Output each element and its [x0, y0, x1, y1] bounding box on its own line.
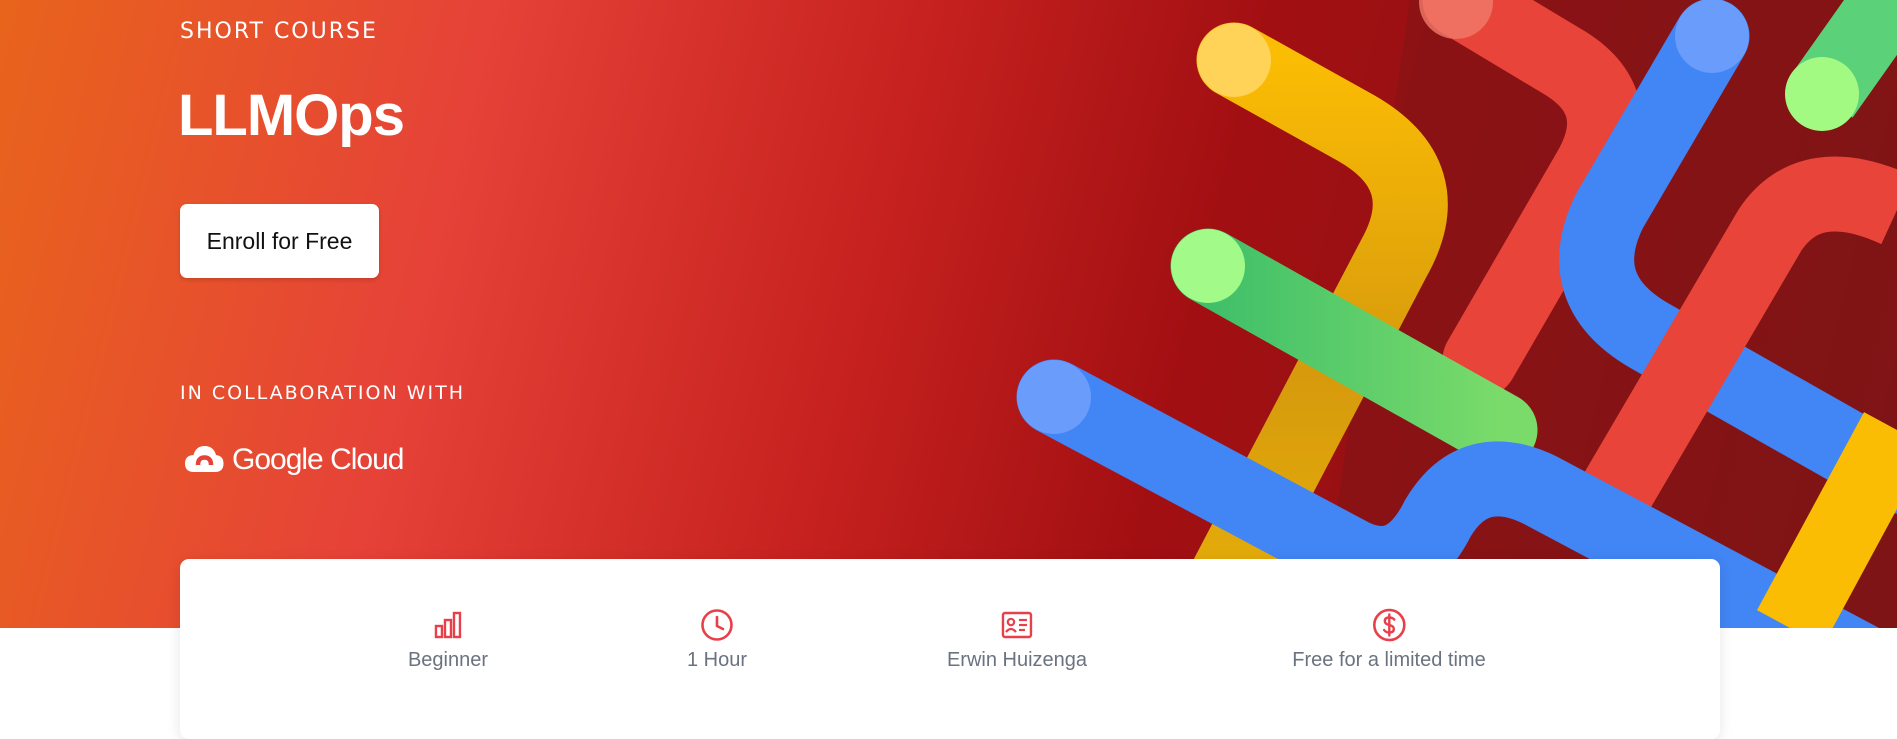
collaboration-label: IN COLLABORATION WITH [180, 382, 465, 404]
info-instructor: Erwin Huizenga [947, 607, 1087, 672]
course-title: LLMOps [178, 83, 405, 148]
info-price: Free for a limited time [1292, 607, 1486, 672]
google-cloud-logo-icon [185, 446, 224, 472]
bar-chart-icon [434, 611, 462, 639]
info-level: Beginner [408, 607, 488, 672]
instructor-card-icon [1001, 611, 1033, 639]
info-duration: 1 Hour [687, 607, 747, 672]
info-duration-label: 1 Hour [686, 649, 748, 671]
info-instructor-label: Erwin Huizenga [946, 649, 1088, 671]
course-info-card: Beginner 1 Hour Erwin Huizenga Free for … [180, 559, 1720, 739]
clock-icon [701, 609, 733, 641]
course-hero: SHORT COURSE LLMOps Enroll for Free IN C… [0, 0, 1897, 628]
info-level-label: Beginner [407, 649, 489, 671]
partner-logo: Google Cloud [182, 438, 404, 482]
partner-name: Google Cloud [232, 443, 404, 476]
course-type-label: SHORT COURSE [180, 19, 378, 44]
info-price-label: Free for a limited time [1292, 649, 1486, 671]
dollar-icon [1372, 608, 1406, 642]
enroll-button[interactable]: Enroll for Free [180, 204, 379, 278]
